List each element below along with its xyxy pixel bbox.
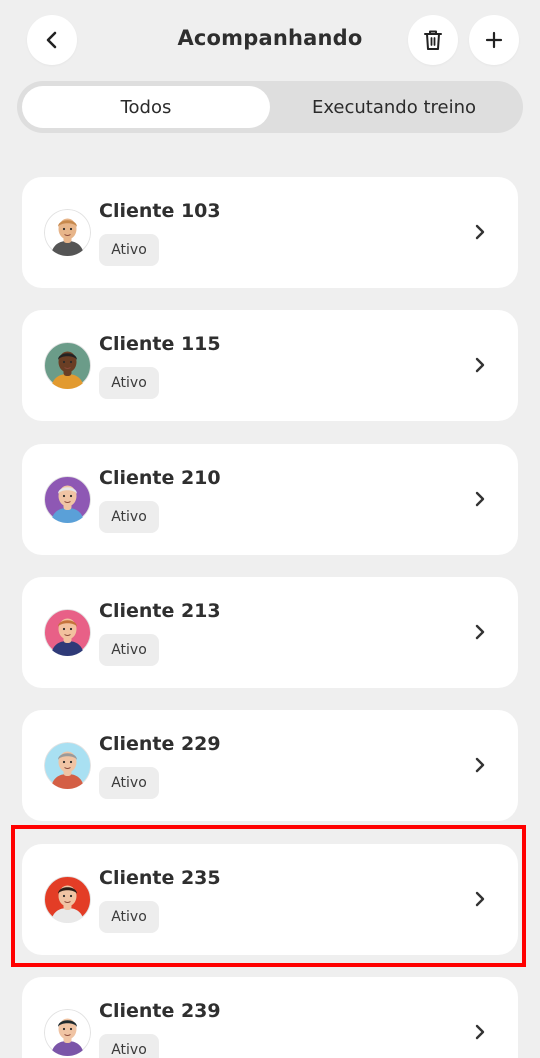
status-badge: Ativo <box>99 767 159 799</box>
client-name: Cliente 235 <box>99 867 221 889</box>
trash-icon <box>424 30 442 50</box>
client-card[interactable]: Cliente 229 Ativo <box>22 710 518 821</box>
status-badge: Ativo <box>99 234 159 266</box>
client-avatar <box>44 476 91 523</box>
client-avatar <box>44 742 91 789</box>
page-title: Acompanhando <box>177 26 363 50</box>
status-badge: Ativo <box>99 367 159 399</box>
client-card[interactable]: Cliente 103 Ativo <box>22 177 518 288</box>
filter-tabs: Todos Executando treino <box>17 81 523 133</box>
client-name: Cliente 239 <box>99 1000 221 1022</box>
client-avatar <box>44 209 91 256</box>
client-name: Cliente 115 <box>99 333 221 355</box>
client-name: Cliente 229 <box>99 733 221 755</box>
client-avatar <box>44 342 91 389</box>
chevron-right-icon[interactable] <box>472 622 488 642</box>
delete-button[interactable] <box>408 15 458 65</box>
client-avatar <box>44 1009 91 1056</box>
plus-icon <box>485 31 503 49</box>
tab-executando-treino[interactable]: Executando treino <box>270 86 518 128</box>
top-bar: Acompanhando <box>0 0 540 80</box>
chevron-right-icon[interactable] <box>472 355 488 375</box>
client-card[interactable]: Cliente 210 Ativo <box>22 444 518 555</box>
chevron-right-icon[interactable] <box>472 755 488 775</box>
chevron-right-icon[interactable] <box>472 1022 488 1042</box>
client-card[interactable]: Cliente 213 Ativo <box>22 577 518 688</box>
client-avatar <box>44 876 91 923</box>
client-name: Cliente 103 <box>99 200 221 222</box>
status-badge: Ativo <box>99 1034 159 1058</box>
tab-todos[interactable]: Todos <box>22 86 270 128</box>
client-name: Cliente 213 <box>99 600 221 622</box>
client-card[interactable]: Cliente 115 Ativo <box>22 310 518 421</box>
status-badge: Ativo <box>99 501 159 533</box>
client-name: Cliente 210 <box>99 467 221 489</box>
status-badge: Ativo <box>99 634 159 666</box>
chevron-right-icon[interactable] <box>472 222 488 242</box>
status-badge: Ativo <box>99 901 159 933</box>
chevron-right-icon[interactable] <box>472 889 488 909</box>
client-avatar <box>44 609 91 656</box>
chevron-right-icon[interactable] <box>472 489 488 509</box>
add-button[interactable] <box>469 15 519 65</box>
client-card[interactable]: Cliente 235 Ativo <box>22 844 518 955</box>
client-card[interactable]: Cliente 239 Ativo <box>22 977 518 1058</box>
